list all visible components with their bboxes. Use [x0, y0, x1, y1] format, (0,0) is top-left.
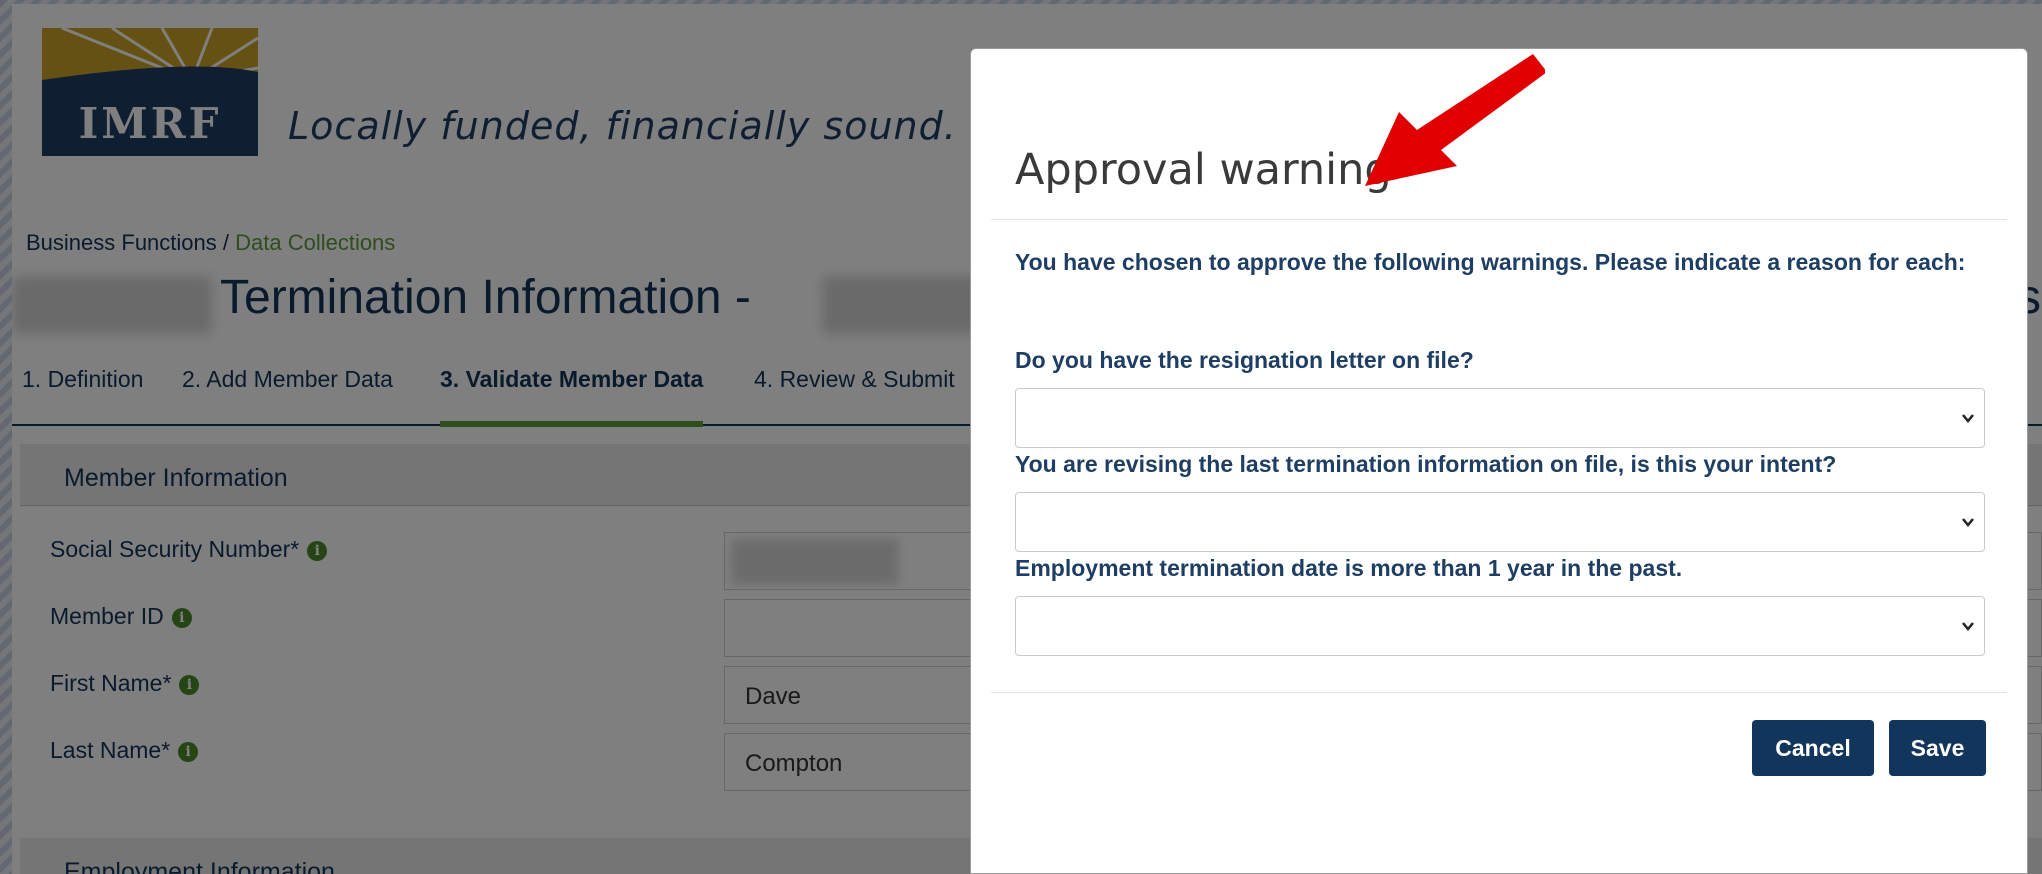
question-resignation-letter-label: Do you have the resignation letter on fi…: [1015, 347, 1474, 373]
red-arrow-annotation: [1365, 54, 1545, 186]
termination-date-select[interactable]: [1015, 596, 1985, 656]
save-button[interactable]: Save: [1889, 720, 1986, 776]
resignation-letter-select[interactable]: [1015, 388, 1985, 448]
revising-termination-select[interactable]: [1015, 492, 1985, 552]
dialog-intro-text: You have chosen to approve the following…: [1015, 249, 1966, 275]
dialog-footer-divider: [991, 692, 2007, 693]
dialog-title: Approval warning: [1015, 145, 1392, 195]
question-termination-date-label: Employment termination date is more than…: [1015, 555, 1683, 581]
cancel-button[interactable]: Cancel: [1752, 720, 1874, 776]
dialog-header-divider: [991, 219, 2007, 220]
question-revising-termination-label: You are revising the last termination in…: [1015, 451, 1837, 477]
